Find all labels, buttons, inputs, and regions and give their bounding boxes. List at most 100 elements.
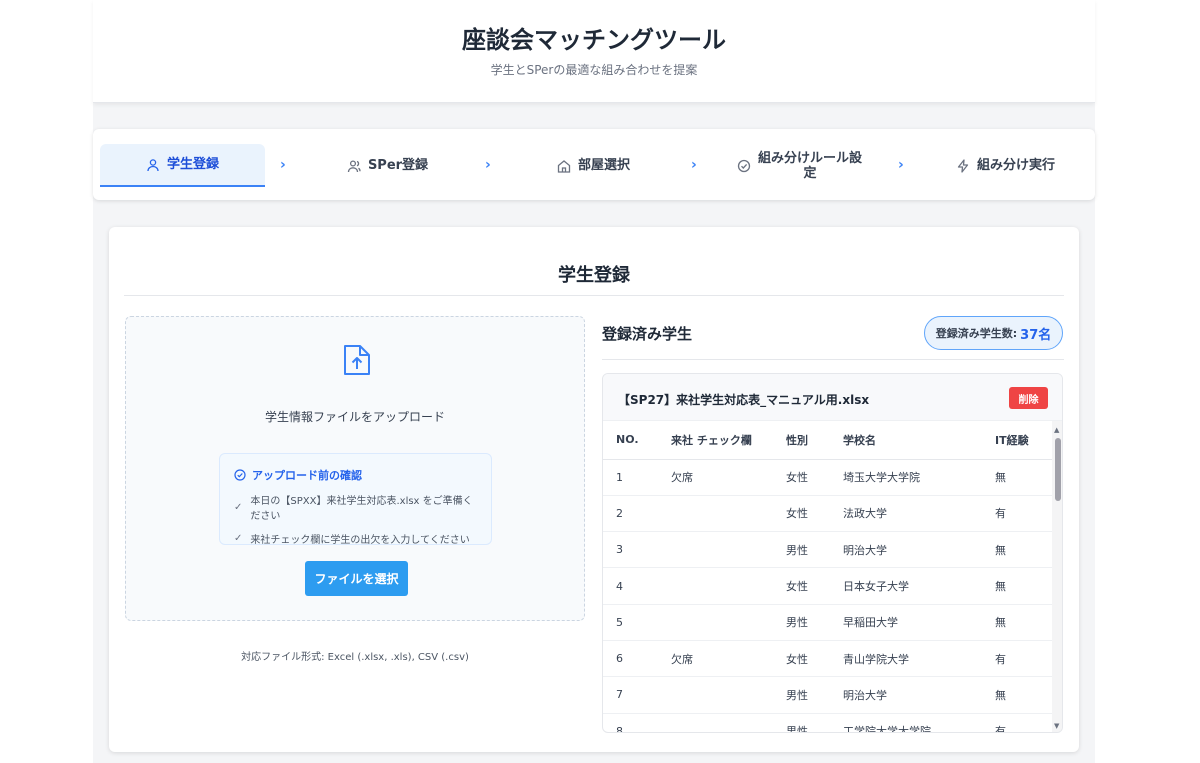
step-label: 組み分けルール設定 (757, 150, 862, 181)
table-cell: 青山学院大学 (843, 640, 995, 678)
table-cell (671, 713, 786, 732)
table-cell: 8 (603, 713, 671, 732)
table-cell (671, 567, 786, 605)
table-cell: 無 (995, 676, 1052, 714)
count-value: 37名 (1020, 327, 1052, 343)
table-cell: 無 (995, 604, 1052, 641)
step-grouping-rules[interactable]: 組み分けルール設定 (717, 144, 882, 187)
column-header: 来社 チェック欄 (671, 421, 786, 460)
step-student-registration[interactable]: 学生登録 (100, 144, 265, 187)
column-header: 学校名 (843, 421, 995, 460)
scrollbar-thumb[interactable] (1055, 438, 1061, 501)
table-row: 3 男性 明治大学無 (603, 531, 1052, 569)
table-cell: 欠席 (671, 640, 786, 678)
table-cell: 日本女子大学 (843, 567, 995, 605)
lightning-icon (956, 158, 970, 173)
student-registration-card: 学生登録 学生情報ファイルをアップロード アップロード前の確認 ✓ 本日の【SP… (109, 227, 1079, 752)
table-row: 4 女性 日本女子大学無 (603, 567, 1052, 605)
chevron-right-icon: › (691, 157, 697, 173)
file-dropzone[interactable]: 学生情報ファイルをアップロード アップロード前の確認 ✓ 本日の【SPXX】来社… (125, 316, 585, 621)
app-title: 座談会マッチングツール (462, 26, 726, 54)
file-upload-icon (342, 343, 372, 377)
check-circle-icon (234, 469, 246, 481)
table-cell: 女性 (786, 640, 843, 678)
supported-formats-text: 対応ファイル形式: Excel (.xlsx, .xls), CSV (.csv… (241, 652, 469, 663)
table-cell: 法政大学 (843, 495, 995, 533)
table-row: 6 欠席 女性 青山学院大学有 (603, 640, 1052, 678)
table-cell: 女性 (786, 495, 843, 533)
step-run-grouping[interactable]: 組み分け実行 (923, 144, 1088, 187)
table-cell (671, 676, 786, 714)
registered-students-title: 登録済み学生 (602, 325, 693, 343)
step-label: SPer登録 (367, 158, 429, 173)
table-cell: 男性 (786, 713, 843, 732)
step-sper-registration[interactable]: SPer登録 (305, 144, 470, 187)
table-cell: 無 (995, 531, 1052, 569)
student-table-container: NO. 来社 チェック欄 性別 学校名 IT経験 1 欠席 女性 埼玉大学大学院無 2 女… (603, 421, 1052, 732)
table-header-row: NO. 来社 チェック欄 性別 学校名 IT経験 (603, 421, 1052, 460)
checklist-item-text: 本日の【SPXX】来社学生対応表.xlsx をご準備ください (250, 496, 473, 522)
table-row: 5 男性 早稲田大学無 (603, 604, 1052, 641)
table-cell (671, 495, 786, 533)
divider (602, 359, 1064, 360)
table-cell: 工学院大学大学院 (843, 713, 995, 732)
table-cell: 明治大学 (843, 531, 995, 569)
step-label: 学生登録 (166, 157, 219, 172)
scroll-up-arrow-icon[interactable]: ▲ (1054, 427, 1059, 434)
table-cell: 5 (603, 604, 671, 641)
users-icon (347, 159, 361, 173)
student-count-badge: 登録済み学生数: 37名 (924, 316, 1063, 350)
table-cell: 明治大学 (843, 676, 995, 714)
table-cell: 2 (603, 495, 671, 533)
chevron-right-icon: › (280, 157, 286, 173)
table-cell: 無 (995, 567, 1052, 605)
table-cell: 男性 (786, 676, 843, 714)
table-scrollbar[interactable]: ▲ ▼ (1052, 421, 1062, 732)
app-header: 座談会マッチングツール 学生とSPerの最適な組み合わせを提案 (93, 0, 1095, 103)
table-cell (671, 531, 786, 569)
table-cell: 4 (603, 567, 671, 605)
section-title: 学生登録 (558, 265, 630, 286)
count-label: 登録済み学生数: (935, 327, 1018, 340)
checklist-title: アップロード前の確認 (252, 469, 362, 482)
table-row: 2 女性 法政大学有 (603, 495, 1052, 533)
check-circle-icon (737, 159, 751, 173)
home-icon (557, 159, 571, 173)
step-room-selection[interactable]: 部屋選択 (511, 144, 676, 187)
chevron-right-icon: › (485, 157, 491, 173)
table-cell: 欠席 (671, 459, 786, 496)
table-cell: 埼玉大学大学院 (843, 459, 995, 496)
table-cell: 有 (995, 640, 1052, 678)
table-row: 7 男性 明治大学無 (603, 676, 1052, 714)
checkmark-icon: ✓ (234, 533, 243, 544)
checklist-header: アップロード前の確認 (234, 467, 477, 483)
app-subtitle: 学生とSPerの最適な組み合わせを提案 (490, 63, 698, 77)
table-cell: 有 (995, 495, 1052, 533)
student-table: NO. 来社 チェック欄 性別 学校名 IT経験 1 欠席 女性 埼玉大学大学院無 2 女… (603, 421, 1052, 732)
table-cell: 無 (995, 459, 1052, 496)
table-cell: 6 (603, 640, 671, 678)
checkmark-icon: ✓ (234, 501, 243, 513)
chevron-right-icon: › (898, 157, 904, 173)
divider (124, 295, 1064, 296)
delete-button[interactable]: 削除 (1009, 387, 1048, 409)
file-name: 【SP27】来社学生対応表_マニュアル用.xlsx (618, 393, 870, 407)
upload-title: 学生情報ファイルをアップロード (264, 410, 445, 424)
table-cell: 有 (995, 713, 1052, 732)
table-row: 8 男性 工学院大学大学院有 (603, 713, 1052, 732)
column-header: IT経験 (995, 421, 1052, 460)
table-cell: 早稲田大学 (843, 604, 995, 641)
table-cell: 3 (603, 531, 671, 569)
table-cell: 1 (603, 459, 671, 496)
file-header: 【SP27】来社学生対応表_マニュアル用.xlsx 削除 (603, 374, 1062, 421)
column-header: NO. (603, 421, 671, 460)
user-icon (146, 158, 160, 172)
scroll-down-arrow-icon[interactable]: ▼ (1054, 723, 1059, 730)
select-file-button[interactable]: ファイルを選択 (305, 561, 408, 596)
pre-upload-checklist: アップロード前の確認 ✓ 本日の【SPXX】来社学生対応表.xlsx をご準備く… (219, 453, 492, 546)
checklist-item: ✓ 本日の【SPXX】来社学生対応表.xlsx をご準備ください (234, 492, 477, 522)
table-row: 1 欠席 女性 埼玉大学大学院無 (603, 459, 1052, 496)
table-cell: 7 (603, 676, 671, 714)
table-cell: 男性 (786, 531, 843, 569)
table-cell: 男性 (786, 604, 843, 641)
